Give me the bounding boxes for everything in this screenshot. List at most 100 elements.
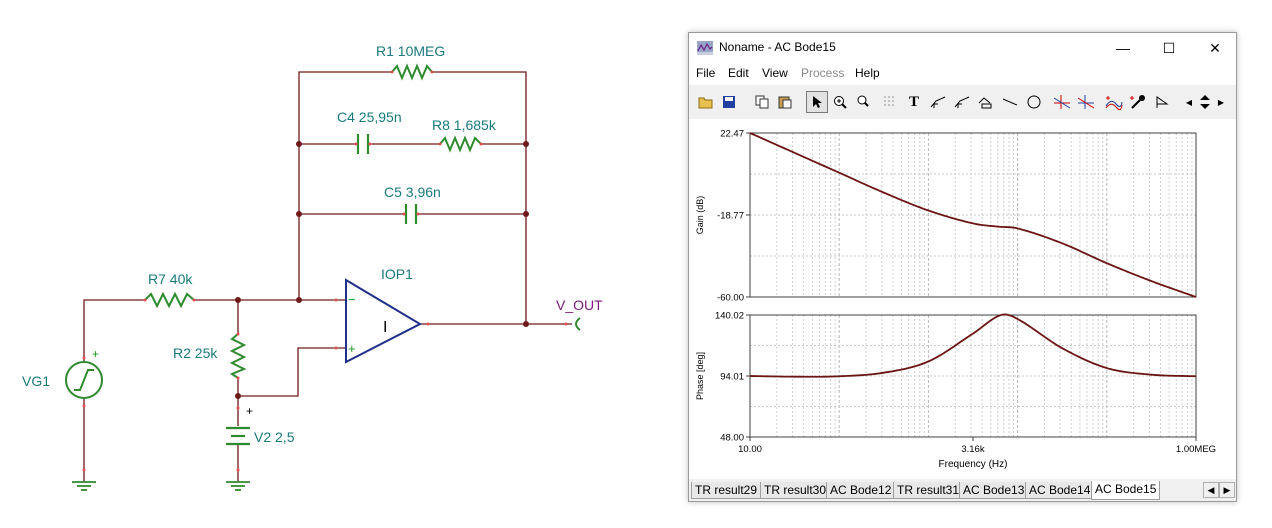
tab-ac-bode15[interactable]: AC Bode15 (1091, 481, 1161, 500)
title-bar[interactable]: Noname - AC Bode15 — ☐ ✕ (689, 33, 1236, 63)
r2-resistor (229, 333, 247, 379)
flag-button[interactable] (1151, 91, 1173, 113)
tab-scroll-right[interactable]: ▶ (1219, 482, 1235, 498)
line-tool-button[interactable] (999, 91, 1021, 113)
v2-plus: + (246, 404, 253, 418)
circuit-schematic[interactable]: I − + + + R1 10MEG C4 25,95n R8 1,685k C… (0, 0, 690, 528)
chevron-left-icon: ◀ (1185, 97, 1193, 107)
text-tool-icon: T (908, 93, 919, 110)
menu-edit[interactable]: Edit (728, 66, 749, 80)
toolbar-scroll-right[interactable]: ▶ (1215, 91, 1227, 113)
y-tick-label: 48.00 (720, 433, 744, 444)
r1-resistor (391, 63, 433, 81)
copy-button[interactable] (751, 91, 773, 113)
circle-icon (1027, 95, 1041, 109)
bode-chart[interactable]: 22.47 -18.77 -60.00 Gain (dB) 140.02 94.01 48.… (689, 119, 1236, 479)
annotation-button[interactable] (927, 91, 949, 113)
tab-tr-result29[interactable]: TR result29 (691, 482, 762, 499)
v2-label: V2 2,5 (254, 429, 295, 445)
minimize-icon: — (1116, 40, 1130, 56)
probe-icon (1130, 95, 1145, 109)
r8-label: R8 1,685k (432, 117, 497, 133)
menu-bar: File Edit View Process Help (689, 63, 1236, 85)
window-title: Noname - AC Bode15 (719, 40, 836, 54)
menu-file[interactable]: File (696, 66, 715, 80)
toolbar: T ◀ ▶ (689, 85, 1236, 120)
cursor-annotation-button[interactable] (951, 91, 973, 113)
r8-resistor (439, 135, 482, 153)
y-tick-label: 22.47 (720, 129, 744, 140)
r7-label: R7 40k (148, 271, 193, 287)
menu-process[interactable]: Process (801, 66, 844, 80)
vg1-plus: + (92, 347, 99, 361)
r2-label: R2 25k (173, 345, 218, 361)
c5-label: C5 3,96n (384, 184, 441, 200)
save-button[interactable] (718, 91, 740, 113)
app-icon (697, 41, 713, 55)
save-icon (723, 96, 735, 108)
tab-ac-bode13[interactable]: AC Bode13 (959, 482, 1029, 499)
cursor-a-button[interactable] (1051, 91, 1073, 113)
maximize-button[interactable]: ☐ (1146, 33, 1192, 63)
r1-label: R1 10MEG (376, 43, 445, 59)
arrow-pointer-icon (813, 96, 822, 108)
open-folder-icon (698, 97, 713, 109)
circle-tool-button[interactable] (1023, 91, 1045, 113)
minimize-button[interactable]: — (1100, 33, 1146, 63)
close-button[interactable]: ✕ (1192, 33, 1238, 63)
menu-help[interactable]: Help (855, 66, 880, 80)
y-tick-label: 94.01 (720, 372, 744, 383)
tab-ac-bode14[interactable]: AC Bode14 (1025, 482, 1095, 499)
arrow-annotation-icon (930, 96, 946, 108)
chevron-right-icon: ▶ (1217, 97, 1225, 107)
add-curve-button[interactable] (1103, 91, 1125, 113)
dotted-grid-icon (884, 96, 894, 106)
select-tool-button[interactable] (806, 91, 828, 113)
zoom-100-icon (857, 95, 869, 107)
close-icon: ✕ (1209, 39, 1221, 56)
up-down-arrows-icon (1200, 95, 1210, 109)
y-axis-label: Phase [deg] (695, 352, 705, 400)
x-tick-label: 3.16k (961, 444, 984, 455)
tab-scroll-left[interactable]: ◀ (1203, 482, 1219, 498)
cursor-b-button[interactable] (1075, 91, 1097, 113)
zoom-in-button[interactable] (829, 91, 851, 113)
vg1-label: VG1 (22, 373, 50, 389)
menu-view[interactable]: View (762, 66, 788, 80)
line-icon (1002, 98, 1018, 106)
vout-label: V_OUT (556, 297, 603, 313)
tab-tr-result31[interactable]: TR result31 (893, 482, 964, 499)
y-tick-label: -18.77 (717, 211, 744, 222)
vout-terminal-icon (575, 317, 581, 331)
toolbar-scroll-updown[interactable] (1196, 91, 1214, 113)
cursor-b-icon (1077, 95, 1095, 109)
open-button[interactable] (695, 91, 717, 113)
opamp-plus: + (348, 341, 356, 356)
chevron-left-icon: ◀ (1207, 484, 1215, 495)
cursor-a-icon (1053, 95, 1071, 109)
junction-dot (296, 297, 302, 303)
chevron-right-icon: ▶ (1223, 484, 1231, 495)
zoom-100-button[interactable] (852, 91, 874, 113)
cursor-annotation-icon (954, 96, 970, 108)
copy-icon (755, 95, 769, 109)
junction-dot (296, 141, 302, 147)
tab-tr-result30[interactable]: TR result30 (760, 482, 831, 499)
y-tick-label: -60.00 (717, 293, 744, 304)
paste-icon (778, 96, 792, 109)
paste-button[interactable] (774, 91, 796, 113)
bode-window: Noname - AC Bode15 — ☐ ✕ File Edit View … (688, 32, 1237, 502)
x-axis-label: Frequency (Hz) (939, 459, 1008, 470)
zoom-in-icon (834, 96, 847, 109)
junction-dot (523, 211, 529, 217)
text-tool-button[interactable]: T (903, 91, 925, 113)
toolbar-scroll-left[interactable]: ◀ (1183, 91, 1195, 113)
opamp-minus: − (348, 292, 356, 307)
tab-bar: TR result29 TR result30 AC Bode12 TR res… (689, 479, 1236, 501)
iop1-label: IOP1 (381, 266, 413, 282)
grid-button[interactable] (879, 91, 901, 113)
probe-button[interactable] (1127, 91, 1149, 113)
curve-label-button[interactable] (975, 91, 997, 113)
junction-dot (235, 393, 241, 399)
tab-ac-bode12[interactable]: AC Bode12 (826, 482, 896, 499)
